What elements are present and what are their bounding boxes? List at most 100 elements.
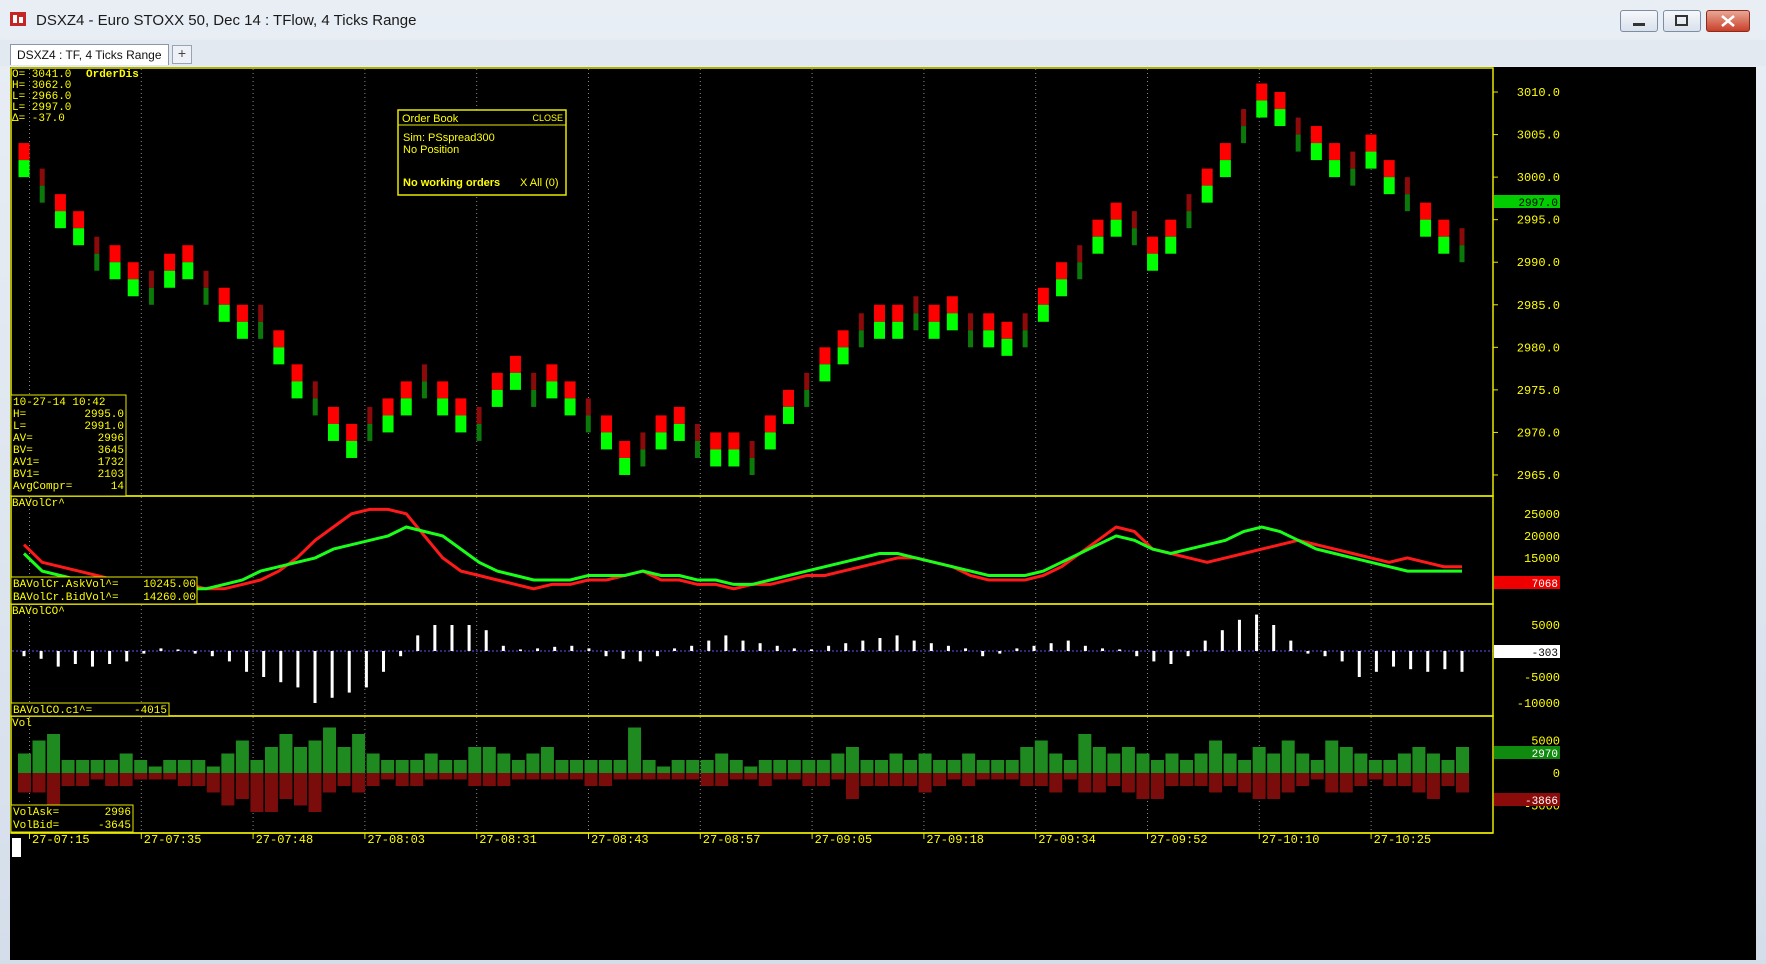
volume-bid-bar	[526, 773, 540, 780]
volume-bid-bar	[308, 773, 322, 812]
price-bar-bid	[728, 449, 740, 467]
price-bar-ask	[837, 330, 849, 348]
volume-bid-bar	[1441, 773, 1455, 786]
price-bar-bid	[164, 270, 176, 288]
price-bar-ask	[928, 304, 940, 322]
volume-ask-bar	[758, 760, 772, 773]
price-bar-ask	[946, 296, 958, 314]
title-bar[interactable]: DSXZ4 - Euro STOXX 50, Dec 14 : TFlow, 4…	[0, 0, 1766, 40]
price-bar-bid	[73, 228, 85, 246]
price-bar-ask	[203, 270, 209, 288]
price-bar	[546, 364, 558, 399]
tab-chart[interactable]: DSXZ4 : TF, 4 Ticks Range	[10, 44, 169, 65]
price-bar	[1459, 228, 1465, 263]
volume-ask-bar	[250, 760, 264, 773]
volume-bid-marker-value: -3866	[1525, 796, 1558, 808]
bavolco-bar	[621, 651, 625, 659]
price-bar	[655, 415, 667, 450]
bavolco-tick-label: -10000	[1517, 697, 1560, 711]
price-bar-bid	[382, 415, 394, 433]
price-bar-ask	[1186, 194, 1192, 212]
bavolco-bar	[1015, 648, 1019, 651]
order-book-close-button[interactable]: CLOSE	[532, 113, 563, 123]
chart-area[interactable]: O= 3041.0 OrderDis H= 3062.0 L= 2966.0 L…	[10, 67, 1756, 960]
order-book-status: No working orders	[403, 177, 500, 189]
price-tick-label: 2980.0	[1517, 341, 1560, 355]
price-bar-ask	[346, 423, 358, 441]
bavolco-bar	[399, 651, 403, 657]
volume-bid-bar	[831, 773, 845, 780]
price-bar	[1092, 219, 1104, 254]
bar-info-av-label: AV=	[13, 433, 33, 445]
volume-bid-bar	[1092, 773, 1106, 793]
tab-strip: DSXZ4 : TF, 4 Ticks Range +	[0, 40, 1766, 66]
cancel-all-button[interactable]: X All (0)	[520, 177, 559, 189]
minimize-button[interactable]	[1620, 10, 1658, 32]
price-bar-ask	[39, 168, 45, 186]
volume-bid-bar	[424, 773, 438, 780]
price-bar-ask	[509, 355, 521, 373]
price-bar	[1350, 151, 1356, 186]
volume-bar	[1238, 760, 1252, 793]
volume-ask-bar	[1194, 753, 1208, 773]
price-axis: 3010.0 3005.0 3000.0 2995.0 2990.0 2985.0 2980…	[1493, 86, 1560, 483]
price-bar-ask	[327, 406, 339, 424]
volume-bar	[773, 760, 787, 780]
volume-bar	[1252, 747, 1266, 799]
price-bar-ask	[1092, 219, 1104, 237]
volume-ask-bar	[642, 760, 656, 773]
last-price-marker: 2997.0	[1494, 195, 1560, 210]
bavolco-bar	[861, 640, 865, 651]
volume-bid-marker: -3866	[1494, 793, 1560, 808]
time-tick-label: 27-09:34	[1038, 833, 1096, 847]
bavolco-bar	[1066, 640, 1070, 651]
volume-bid-bar	[613, 773, 627, 780]
add-tab-button[interactable]: +	[172, 45, 192, 64]
volume-ask-bar	[337, 747, 351, 773]
volume-bid-bar	[337, 773, 351, 786]
price-bar-ask	[164, 253, 176, 271]
volume-ask-bar	[1339, 747, 1353, 773]
price-bar	[600, 415, 612, 450]
price-bar	[236, 304, 248, 339]
bavolco-bar	[433, 625, 437, 651]
bavolcr-tick-label: 15000	[1524, 552, 1560, 566]
price-bar-ask	[1274, 92, 1286, 110]
volume-bar	[76, 760, 90, 786]
volume-bid-bar	[744, 773, 758, 780]
volume-bid-bar	[1121, 773, 1135, 793]
price-bar-ask	[1022, 313, 1028, 331]
bavolco-bar	[1083, 645, 1087, 651]
volume-bar	[976, 760, 990, 780]
volume-bar	[177, 760, 191, 786]
volume-bid-bar	[802, 773, 816, 786]
bavolco-bar	[1255, 614, 1259, 651]
bavolco-bar	[1426, 651, 1430, 672]
price-bar-bid	[421, 381, 427, 399]
maximize-button[interactable]	[1663, 10, 1701, 32]
volume-bid-bar	[482, 773, 496, 786]
price-bar	[1329, 143, 1341, 178]
volume-ask-bar	[148, 766, 162, 773]
volume-bar	[1339, 747, 1353, 793]
volume-bar	[1441, 760, 1455, 786]
volume-bar	[758, 760, 772, 786]
close-window-button[interactable]	[1706, 10, 1750, 32]
scroll-handle[interactable]	[12, 838, 21, 857]
price-bar-ask	[437, 381, 449, 399]
price-bar	[1310, 126, 1322, 161]
volume-ask-label: VolAsk=	[13, 807, 59, 819]
price-bar-ask	[819, 347, 831, 365]
volume-ask-marker: 2970	[1494, 746, 1560, 761]
order-book-panel[interactable]: Order Book CLOSE Sim: PSspread300 No Pos…	[397, 109, 567, 196]
price-bar-bid	[837, 347, 849, 365]
price-bar-ask	[1438, 219, 1450, 237]
price-bar-ask	[673, 406, 685, 424]
price-bar	[109, 245, 121, 280]
price-bar	[1383, 160, 1395, 195]
volume-ask-bar	[221, 753, 235, 773]
bavolco-bar	[210, 651, 214, 657]
bavolcr-axis: 25000200001500010000	[1524, 508, 1560, 588]
price-bar-ask	[1001, 321, 1013, 339]
volume-ask-value: 2996	[105, 807, 131, 819]
